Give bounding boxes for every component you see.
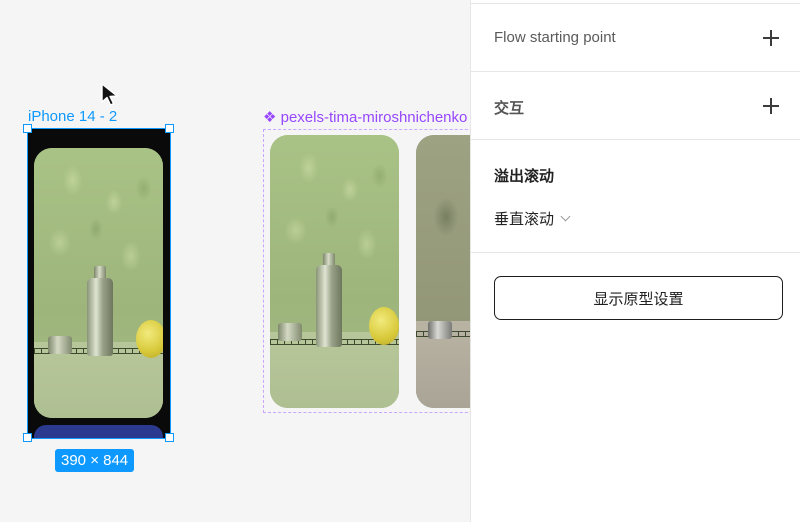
design-canvas[interactable]: iPhone 14 - 2 390 × 844 ❖ pexels-tima-mi… <box>0 0 470 522</box>
component-image-2 <box>416 135 470 408</box>
component-name-label[interactable]: ❖ pexels-tima-miroshnichenko <box>263 108 467 126</box>
plus-icon[interactable] <box>763 98 779 114</box>
flow-starting-point-label: Flow starting point <box>494 29 616 46</box>
overflow-section: 溢出滚动 <box>471 140 800 253</box>
component-image-1 <box>270 135 399 408</box>
dimension-badge: 390 × 844 <box>55 449 135 472</box>
resize-handle-top-right[interactable] <box>165 124 174 133</box>
frame-image <box>34 148 163 418</box>
interaction-section: 交互 <box>471 72 800 140</box>
resize-handle-top-left[interactable] <box>23 124 32 133</box>
resize-handle-bottom-right[interactable] <box>165 433 174 442</box>
resize-handle-bottom-left[interactable] <box>23 433 32 442</box>
flow-section: Flow starting point <box>471 0 800 72</box>
show-prototype-settings-button[interactable]: 显示原型设置 <box>494 276 783 320</box>
interaction-label: 交互 <box>494 100 525 117</box>
plus-icon[interactable] <box>763 30 779 46</box>
mouse-cursor-icon <box>101 83 118 106</box>
frame-name-label[interactable]: iPhone 14 - 2 <box>28 108 117 125</box>
overflow-direction-value: 垂直滚动 <box>494 211 555 228</box>
next-image-strip <box>34 425 163 438</box>
overflow-direction-select[interactable]: 垂直滚动 <box>494 208 571 229</box>
prototype-panel: Flow starting point 交互 溢出滚动 垂直滚动 显示原型设置 <box>470 0 800 522</box>
chevron-down-icon <box>560 211 571 222</box>
overflow-scroll-title: 溢出滚动 <box>494 168 555 185</box>
panel-top-divider <box>471 3 800 4</box>
selected-frame[interactable] <box>27 128 171 439</box>
